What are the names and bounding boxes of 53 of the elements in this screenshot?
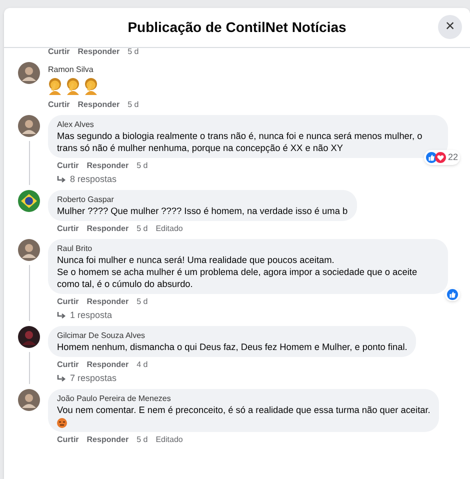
timestamp: 5 d: [136, 297, 148, 307]
like-link[interactable]: Curtir: [48, 100, 70, 110]
facepalm-emoji-icon: [66, 78, 80, 95]
avatar: [18, 190, 40, 212]
reply-link[interactable]: Responder: [86, 224, 129, 234]
close-button[interactable]: ×: [438, 15, 462, 39]
reply-link[interactable]: Responder: [78, 47, 120, 57]
timestamp: 5 d: [128, 100, 139, 110]
author-name[interactable]: Alex Alves: [57, 119, 439, 130]
avatar: [18, 389, 40, 411]
like-link[interactable]: Curtir: [57, 435, 79, 445]
dialog-title: Publicação de ContilNet Notícias: [128, 18, 346, 37]
reply-link[interactable]: Responder: [86, 435, 129, 445]
author-name[interactable]: Ramon Silva: [48, 64, 98, 75]
avatar: [18, 239, 40, 261]
author-name[interactable]: Roberto Gaspar: [57, 194, 348, 205]
replies-link[interactable]: 1 resposta: [48, 310, 112, 321]
reply-link[interactable]: Responder: [86, 297, 129, 307]
facepalm-emoji-icon: [84, 78, 98, 95]
comment-text: Mulher ???? Que mulher ???? Isso é homem, na verdade isso é uma b: [57, 205, 348, 217]
reply-arrow-icon: [57, 176, 66, 183]
edited-label: Editado: [156, 224, 183, 234]
author-name[interactable]: João Paulo Pereira de Menezes: [57, 393, 430, 404]
timestamp: 5 d: [136, 435, 148, 445]
timestamp: 5 d: [128, 47, 139, 57]
like-link[interactable]: Curtir: [57, 224, 79, 234]
reaction-count: 22: [448, 150, 458, 164]
replies-link[interactable]: 7 respostas: [48, 373, 117, 384]
timestamp: 5 d: [136, 161, 148, 171]
comment-text: Homem nenhum, dismancha o qui Deus faz, Deus fez Homem e Mulher, e ponto final.: [57, 341, 408, 353]
facepalm-emoji-icon: [48, 78, 62, 95]
comment-text: Vou nem comentar. E nem é preconceito, é só a realidade que essa turma não quer aceitar.: [57, 404, 430, 416]
timestamp: 5 d: [136, 224, 148, 234]
like-reaction-icon: [447, 289, 458, 300]
replies-link[interactable]: 8 respostas: [48, 174, 117, 185]
avatar: [18, 115, 40, 137]
avatar: [18, 62, 40, 84]
reply-link[interactable]: Responder: [78, 100, 120, 110]
author-name[interactable]: Gilcimar De Souza Alves: [57, 330, 408, 341]
timestamp: 4 d: [136, 360, 148, 370]
comment-text: Nunca foi mulher e nunca será! Uma realidade que poucos aceitam. Se o homem se acha mulher é um problema dele, agora impor a sociedade que o aceite como tal, é o cúmulo do absurdo.: [57, 254, 418, 290]
reply-arrow-icon: [57, 375, 66, 382]
like-link[interactable]: Curtir: [57, 360, 79, 370]
avatar: [18, 326, 40, 348]
like-link[interactable]: Curtir: [48, 47, 70, 57]
edited-label: Editado: [156, 435, 183, 445]
author-name[interactable]: Raul Brito: [57, 243, 439, 254]
reply-link[interactable]: Responder: [86, 161, 129, 171]
comment-text: Mas segundo a biologia realmente o trans não é, nunca foi e nunca será menos mulher, o trans só não é mulher nenhuma, porque na concepção é XX e não XY: [57, 130, 424, 154]
reply-arrow-icon: [57, 312, 66, 319]
like-link[interactable]: Curtir: [57, 297, 79, 307]
reply-link[interactable]: Responder: [86, 360, 129, 370]
like-link[interactable]: Curtir: [57, 161, 79, 171]
